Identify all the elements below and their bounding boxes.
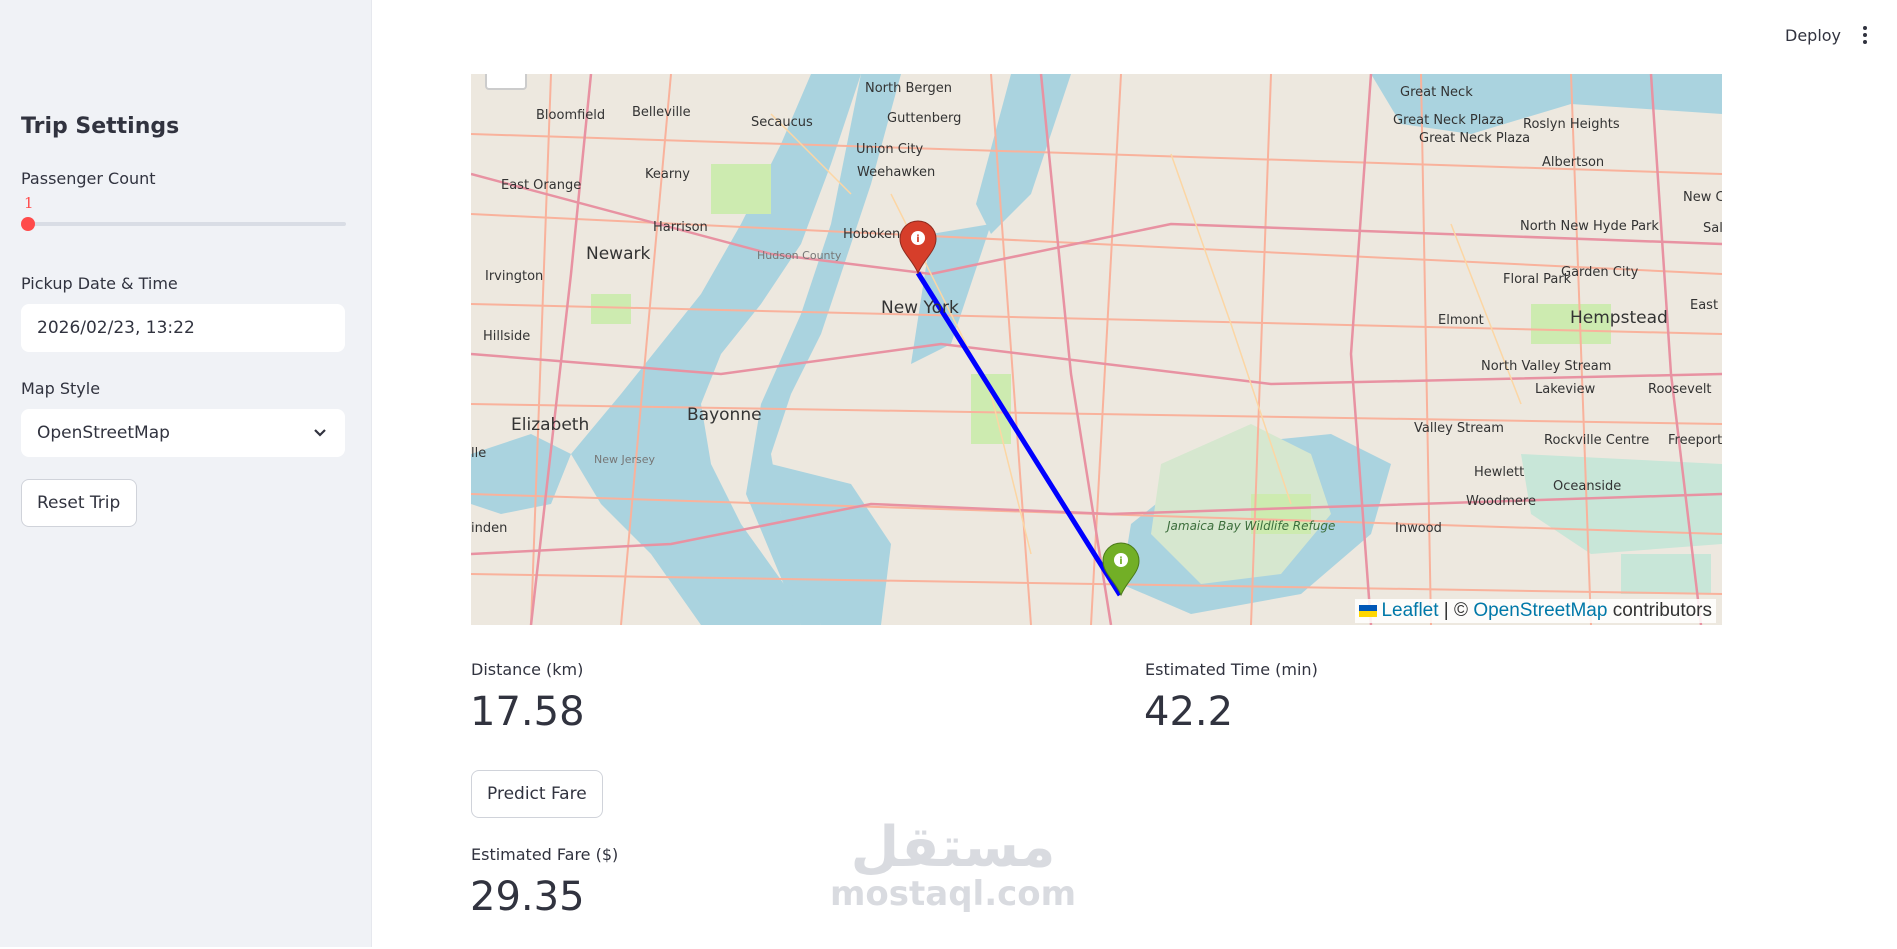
place-label: Albertson bbox=[1542, 155, 1604, 170]
fare-label: Estimated Fare ($) bbox=[471, 845, 619, 864]
predict-fare-button[interactable]: Predict Fare bbox=[471, 770, 603, 818]
place-label: Hoboken bbox=[843, 227, 900, 242]
sidebar-title: Trip Settings bbox=[21, 114, 180, 139]
pickup-datetime-label: Pickup Date & Time bbox=[21, 274, 178, 293]
watermark-arabic: مستقل bbox=[850, 815, 1056, 880]
deploy-button[interactable]: Deploy bbox=[1785, 26, 1841, 45]
attribution-separator: | © bbox=[1438, 600, 1474, 621]
place-label: Hewlett bbox=[1474, 465, 1524, 480]
watermark-latin: mostaql.com bbox=[830, 874, 1077, 914]
attribution-suffix: contributors bbox=[1607, 600, 1712, 621]
place-label: Newark bbox=[586, 244, 650, 264]
place-label: Belleville bbox=[632, 105, 691, 120]
watermark: مستقل mostaql.com bbox=[830, 815, 1077, 914]
place-label: Elmont bbox=[1438, 313, 1484, 328]
map-attribution: Leaflet | © OpenStreetMap contributors bbox=[1355, 599, 1716, 623]
place-label: New Jersey bbox=[594, 453, 656, 466]
place-label: Hempstead bbox=[1570, 308, 1668, 328]
place-label: New York bbox=[881, 298, 959, 318]
place-label: Bloomfield bbox=[536, 108, 605, 123]
passenger-count-value: 1 bbox=[24, 194, 34, 212]
place-label: Roslyn Heights bbox=[1523, 117, 1620, 132]
place-label: Garden City bbox=[1561, 265, 1639, 280]
place-label: inden bbox=[471, 521, 507, 536]
place-label: Union City bbox=[856, 142, 923, 157]
place-label: East Orange bbox=[501, 178, 581, 193]
pickup-datetime-value: 2026/02/23, 13:22 bbox=[37, 318, 195, 338]
svg-text:i: i bbox=[1119, 556, 1122, 567]
place-label: Hudson County bbox=[757, 249, 842, 262]
place-label: Great Neck Plaza bbox=[1419, 131, 1530, 146]
place-label: Valley Stream bbox=[1414, 421, 1504, 436]
map-style-value: OpenStreetMap bbox=[37, 423, 170, 443]
pickup-datetime-input[interactable]: 2026/02/23, 13:22 bbox=[21, 304, 345, 352]
place-label: Jamaica Bay Wildlife Refuge bbox=[1165, 519, 1335, 533]
osm-link[interactable]: OpenStreetMap bbox=[1473, 600, 1607, 621]
time-value: 42.2 bbox=[1144, 689, 1234, 735]
chevron-down-icon bbox=[314, 429, 326, 437]
place-label: Hillside bbox=[483, 329, 530, 344]
place-label: North New Hyde Park bbox=[1520, 219, 1659, 234]
svg-text:i: i bbox=[916, 234, 919, 245]
place-label: North Valley Stream bbox=[1481, 359, 1611, 374]
place-label: Great Neck bbox=[1400, 85, 1473, 100]
place-label: North Bergen bbox=[865, 81, 952, 96]
map-style-select[interactable]: OpenStreetMap bbox=[21, 409, 345, 457]
passenger-count-slider[interactable] bbox=[28, 222, 346, 226]
distance-value: 17.58 bbox=[470, 689, 585, 735]
map-tiles: i i North Bergen Guttenberg Great Neck G… bbox=[471, 74, 1722, 625]
ukraine-flag-icon bbox=[1359, 604, 1378, 617]
place-label: Irvington bbox=[485, 269, 543, 284]
place-label: Elizabeth bbox=[511, 415, 589, 435]
place-label: Freeport bbox=[1668, 433, 1722, 448]
place-label: Great Neck Plaza bbox=[1393, 113, 1504, 128]
main-menu-icon[interactable] bbox=[1862, 26, 1868, 48]
zoom-control[interactable] bbox=[485, 74, 527, 90]
place-label: lle bbox=[471, 446, 486, 461]
place-label: East bbox=[1690, 298, 1718, 313]
place-label: Woodmere bbox=[1466, 494, 1536, 509]
place-label: Rockville Centre bbox=[1544, 433, 1649, 448]
place-label: Inwood bbox=[1395, 521, 1442, 536]
passenger-count-label: Passenger Count bbox=[21, 169, 156, 188]
place-label: New C bbox=[1683, 190, 1722, 205]
place-label: Oceanside bbox=[1553, 479, 1621, 494]
place-label: Guttenberg bbox=[887, 111, 961, 126]
time-label: Estimated Time (min) bbox=[1145, 660, 1318, 679]
place-label: Kearny bbox=[645, 167, 690, 182]
reset-trip-button[interactable]: Reset Trip bbox=[21, 479, 137, 527]
fare-value: 29.35 bbox=[470, 874, 585, 920]
place-label: Bayonne bbox=[687, 405, 762, 425]
leaflet-link[interactable]: Leaflet bbox=[1381, 600, 1438, 621]
place-label: Lakeview bbox=[1535, 382, 1596, 397]
passenger-slider-thumb[interactable] bbox=[21, 217, 35, 231]
distance-label: Distance (km) bbox=[471, 660, 584, 679]
sidebar: Trip Settings Passenger Count 1 Pickup D… bbox=[0, 0, 372, 947]
route-map[interactable]: i i North Bergen Guttenberg Great Neck G… bbox=[471, 74, 1722, 625]
place-label: Secaucus bbox=[751, 115, 813, 130]
place-label: Weehawken bbox=[857, 165, 935, 180]
place-label: Sal bbox=[1703, 221, 1722, 236]
place-label: Harrison bbox=[653, 220, 708, 235]
place-label: Roosevelt bbox=[1648, 382, 1712, 397]
map-style-label: Map Style bbox=[21, 379, 101, 398]
